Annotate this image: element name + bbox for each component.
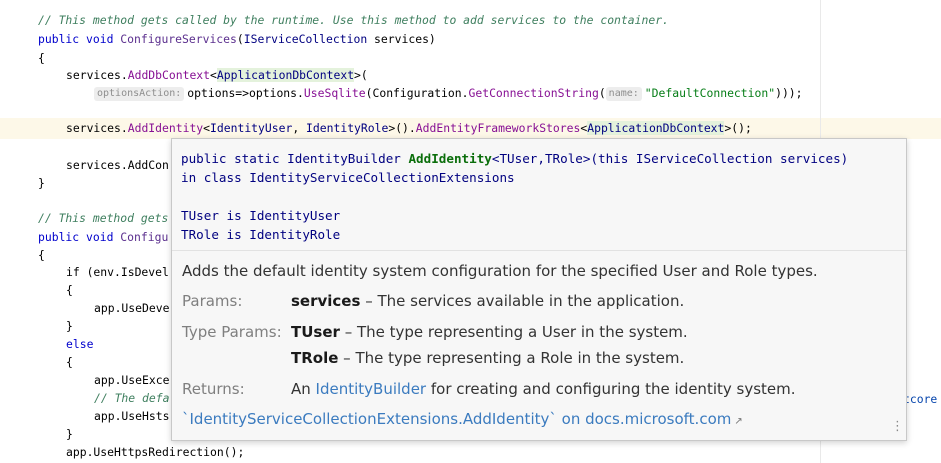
type-param-description: – The type representing a Role in the sy… xyxy=(338,349,685,367)
code-text: services) xyxy=(367,32,436,46)
identitybuilder-link[interactable]: IdentityBuilder xyxy=(316,380,427,398)
code-line-10: } xyxy=(38,176,45,190)
method-name[interactable]: AddDbContext xyxy=(128,68,210,82)
method-name[interactable]: UseSqlite xyxy=(304,86,366,100)
code-text: >(); xyxy=(724,121,752,135)
doc-summary: Adds the default identity system configu… xyxy=(182,262,818,280)
code-line-2: public void ConfigureServices(IServiceCo… xyxy=(38,32,436,46)
code-line-13: public void Configu xyxy=(38,229,168,246)
method-name[interactable]: ConfigureServices xyxy=(120,32,237,46)
code-line-18: } xyxy=(66,319,73,333)
code-text: services. xyxy=(66,121,128,135)
returns-text: for creating and configuring the identit… xyxy=(426,380,796,398)
type-name[interactable]: IdentityRole xyxy=(306,121,388,135)
type-arg-tuser: TUser is IdentityUser xyxy=(181,208,341,223)
code-text: services. xyxy=(66,68,128,82)
popup-divider xyxy=(172,250,906,251)
parameter-hint: optionsAction: xyxy=(94,87,185,101)
code-line-9: services.AddCon xyxy=(66,158,169,172)
code-line-23: app.UseHsts xyxy=(94,409,170,423)
code-line-21: app.UseExce xyxy=(94,373,170,387)
code-text: options=>options. xyxy=(187,86,304,100)
code-overflow-text: tcore xyxy=(903,392,938,406)
code-text: >(). xyxy=(388,121,416,135)
doc-type-params-row-2: TRole – The type representing a Role in … xyxy=(291,348,684,368)
external-docs-link[interactable]: `IdentityServiceCollectionExtensions.Add… xyxy=(182,410,731,428)
method-name[interactable]: GetConnectionString xyxy=(469,86,599,100)
returns-text: An xyxy=(291,380,316,398)
method-name[interactable]: AddEntityFrameworkStores xyxy=(416,121,581,135)
type-params-label: Type Params: xyxy=(182,323,282,341)
code-line-17: app.UseDeve xyxy=(94,301,170,315)
doc-params-row: Params: services – The services available… xyxy=(182,291,684,311)
type-param-description: – The type representing a User in the sy… xyxy=(339,323,688,341)
code-line-5: optionsAction: options=>options.UseSqlite… xyxy=(94,85,803,102)
keyword: public void xyxy=(38,32,121,46)
code-line-1: // This method gets called by the runtim… xyxy=(38,13,669,27)
signature-method-name: AddIdentity xyxy=(408,151,492,166)
doc-type-params-row-1: Type Params: TUser – The type representin… xyxy=(182,322,688,342)
param-description: – The services available in the applicat… xyxy=(360,292,685,310)
keyword: public void xyxy=(38,230,121,244)
method-signature: public static IdentityBuilder AddIdentit… xyxy=(181,149,848,244)
signature-class: in class IdentityServiceCollectionExtens… xyxy=(181,170,515,185)
code-line-12: // This method gets xyxy=(38,211,169,225)
type-name[interactable]: ApplicationDbContext xyxy=(587,121,725,135)
type-name[interactable]: IServiceCollection xyxy=(244,32,367,46)
more-options-icon[interactable]: ⋮ xyxy=(891,420,904,434)
type-param-name: TUser xyxy=(291,323,340,341)
param-name: services xyxy=(291,292,361,310)
docs-link-row: `IdentityServiceCollectionExtensions.Add… xyxy=(182,409,743,432)
quick-documentation-popup[interactable]: public static IdentityBuilder AddIdentit… xyxy=(171,138,907,441)
type-name[interactable]: IdentityUser xyxy=(210,121,292,135)
code-line-19: else xyxy=(66,337,94,351)
code-line-25: app.UseHttpsRedirection(); xyxy=(66,445,245,459)
code-line-3: { xyxy=(38,51,45,65)
code-text: >( xyxy=(354,68,368,82)
code-line-14: { xyxy=(38,248,45,262)
code-line-22: // The defa xyxy=(94,391,170,405)
doc-returns-row: Returns: An IdentityBuilder for creating … xyxy=(182,379,796,399)
code-line-15: if (env.IsDevel xyxy=(66,265,169,279)
signature-suffix: <TUser,TRole>(this IServiceCollection se… xyxy=(491,151,849,166)
type-arg-trole: TRole is IdentityRole xyxy=(181,227,341,242)
code-line-7: services.AddIdentity<IdentityUser, Ident… xyxy=(66,121,752,135)
string-literal: "DefaultConnection" xyxy=(644,86,776,100)
code-line-20: { xyxy=(66,355,73,369)
code-text: (Configuration. xyxy=(365,86,469,100)
code-line-16: { xyxy=(66,283,73,297)
code-text: ( xyxy=(598,86,606,100)
method-name[interactable]: AddIdentity xyxy=(128,121,203,135)
signature-prefix: public static IdentityBuilder xyxy=(181,151,409,166)
type-name[interactable]: ApplicationDbContext xyxy=(216,68,355,82)
code-line-24: } xyxy=(66,427,73,441)
external-link-icon: ↗ xyxy=(734,416,743,427)
params-label: Params: xyxy=(182,292,243,310)
returns-label: Returns: xyxy=(182,380,245,398)
code-text: ))); xyxy=(775,86,803,100)
method-name[interactable]: Configu xyxy=(120,230,168,244)
type-param-name: TRole xyxy=(291,349,339,367)
parameter-hint: name: xyxy=(605,87,642,101)
code-line-4: services.AddDbContext<ApplicationDbConte… xyxy=(66,68,368,82)
